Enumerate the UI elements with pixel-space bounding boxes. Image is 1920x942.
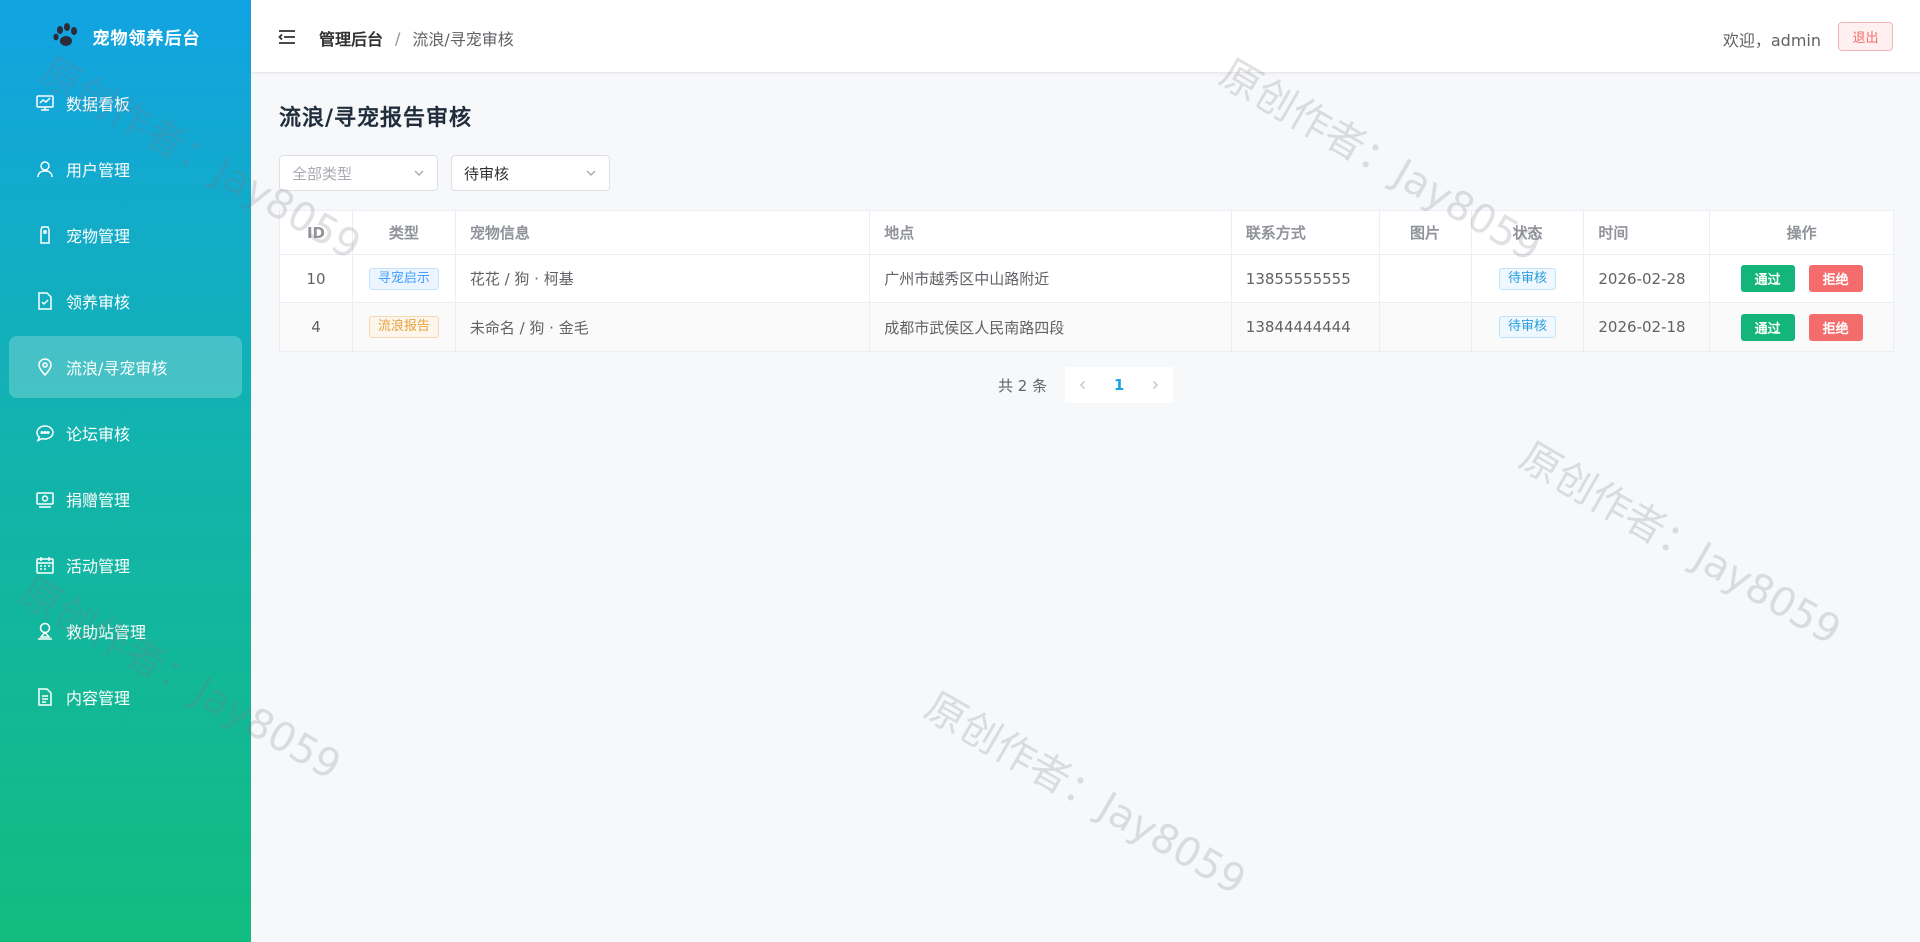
column-header: 状态 <box>1472 211 1585 254</box>
approve-button[interactable]: 通过 <box>1740 265 1795 292</box>
cell-actions: 通过 拒绝 <box>1710 303 1893 351</box>
column-header: 时间 <box>1584 211 1711 254</box>
tag-icon <box>40 226 50 244</box>
paw-icon <box>52 23 77 46</box>
reject-button[interactable]: 拒绝 <box>1808 313 1863 341</box>
sidebar-item-content[interactable]: 内容管理 <box>9 666 242 728</box>
app-title: 宠物领养后台 <box>92 28 201 49</box>
cell-image <box>1380 303 1472 351</box>
watermark: 原创作者：Jay8059 <box>1512 433 1849 655</box>
breadcrumb-home[interactable]: 管理后台 <box>319 26 383 50</box>
column-header: 类型 <box>353 211 456 254</box>
chat-icon <box>36 425 54 442</box>
chevron-left-icon <box>1080 381 1086 389</box>
dashboard-icon <box>36 95 54 111</box>
chevron-down-icon <box>586 170 596 176</box>
cell-actions: 通过 拒绝 <box>1710 255 1893 302</box>
column-header: 地点 <box>870 211 1232 254</box>
approve-button[interactable]: 通过 <box>1740 313 1795 341</box>
sidebar-item-stray-review[interactable]: 流浪/寻宠审核 <box>9 336 242 398</box>
sidebar-item-rescue-stations[interactable]: 救助站管理 <box>9 600 242 662</box>
logo: 宠物领养后台 <box>0 0 251 72</box>
cell-image <box>1380 255 1472 302</box>
chevron-right-icon <box>1153 381 1159 389</box>
sidebar-item-donations[interactable]: 捐赠管理 <box>9 468 242 530</box>
page-title: 流浪/寻宠报告审核 <box>279 105 473 131</box>
sidebar: 宠物领养后台 数据看板 用户管理 宠物管理 领养审核 流浪/寻宠审核 论坛审核 <box>0 0 251 942</box>
cell-status: 待审核 <box>1472 255 1585 302</box>
sidebar-item-forum-review[interactable]: 论坛审核 <box>9 402 242 464</box>
calendar-icon <box>36 557 54 574</box>
column-header: ID <box>280 211 353 254</box>
cell-location: 成都市武侯区人民南路四段 <box>870 303 1232 351</box>
cell-type: 寻宠启示 <box>353 255 456 302</box>
cell-pet-info: 未命名 / 狗 · 金毛 <box>456 303 871 351</box>
page-number-button[interactable]: 1 <box>1101 367 1138 403</box>
column-header: 图片 <box>1380 211 1472 254</box>
user-icon <box>37 161 53 178</box>
column-header: 操作 <box>1786 224 1817 242</box>
welcome-text: 欢迎，admin <box>1722 31 1821 50</box>
cell-pet-info: 花花 / 狗 · 柯基 <box>456 255 871 302</box>
type-tag: 寻宠启示 <box>368 267 439 290</box>
type-tag: 流浪报告 <box>368 316 439 338</box>
sidebar-item-events[interactable]: 活动管理 <box>9 534 242 596</box>
cell-time: 2026-02-18 <box>1584 303 1711 351</box>
status-badge: 待审核 <box>1498 316 1556 338</box>
sidebar-item-adoption-review[interactable]: 领养审核 <box>9 270 242 332</box>
table-row: 10 寻宠启示 花花 / 狗 · 柯基 广州市越秀区中山路附近 13855555… <box>280 255 1893 303</box>
column-header: 联系方式 <box>1232 211 1380 254</box>
next-page-button[interactable] <box>1137 367 1174 403</box>
menu-collapse-icon[interactable] <box>278 28 296 46</box>
cell-id: 10 <box>280 255 353 302</box>
breadcrumb-current: 流浪/寻宠审核 <box>412 30 514 49</box>
table-header-row: ID 类型 宠物信息 地点 联系方式 图片 状态 时间 操作 <box>280 211 1893 255</box>
cell-status: 待审核 <box>1472 303 1585 351</box>
cell-contact: 13855555555 <box>1232 255 1380 302</box>
cell-location: 广州市越秀区中山路附近 <box>870 255 1232 302</box>
breadcrumb: 管理后台 / 流浪/寻宠审核 <box>319 26 514 50</box>
type-filter-placeholder: 全部类型 <box>292 164 353 183</box>
status-filter-value: 待审核 <box>464 164 510 183</box>
prev-page-button[interactable] <box>1065 367 1102 403</box>
cell-time: 2026-02-28 <box>1584 255 1711 302</box>
sidebar-item-users[interactable]: 用户管理 <box>9 138 242 200</box>
doc-check-icon <box>38 292 52 310</box>
cell-id: 4 <box>280 303 353 351</box>
report-table: ID 类型 宠物信息 地点 联系方式 图片 状态 时间 操作 10 寻宠启示 花… <box>279 210 1894 352</box>
pagination-total: 共 2 条 <box>998 376 1048 395</box>
cell-type: 流浪报告 <box>353 303 456 351</box>
map-pin-icon <box>38 622 52 640</box>
status-badge: 待审核 <box>1498 267 1556 290</box>
sidebar-item-pets[interactable]: 宠物管理 <box>9 204 242 266</box>
top-header: 管理后台 / 流浪/寻宠审核 欢迎，admin 退出 <box>251 0 1920 73</box>
logout-button[interactable]: 退出 <box>1838 22 1893 51</box>
money-icon <box>36 492 54 508</box>
breadcrumb-separator: / <box>395 28 401 48</box>
watermark: 原创作者：Jay8059 <box>917 683 1254 905</box>
chevron-down-icon <box>414 170 424 176</box>
cell-contact: 13844444444 <box>1232 303 1380 351</box>
status-filter-select[interactable]: 待审核 <box>451 155 610 191</box>
location-icon <box>38 358 52 377</box>
pagination: 共 2 条 1 <box>998 367 1174 403</box>
column-header: 宠物信息 <box>456 211 871 254</box>
table-row: 4 流浪报告 未命名 / 狗 · 金毛 成都市武侯区人民南路四段 1384444… <box>280 303 1893 351</box>
document-icon <box>38 688 52 706</box>
type-filter-select[interactable]: 全部类型 <box>279 155 438 191</box>
sidebar-item-dashboard[interactable]: 数据看板 <box>9 72 242 134</box>
reject-button[interactable]: 拒绝 <box>1808 265 1863 292</box>
